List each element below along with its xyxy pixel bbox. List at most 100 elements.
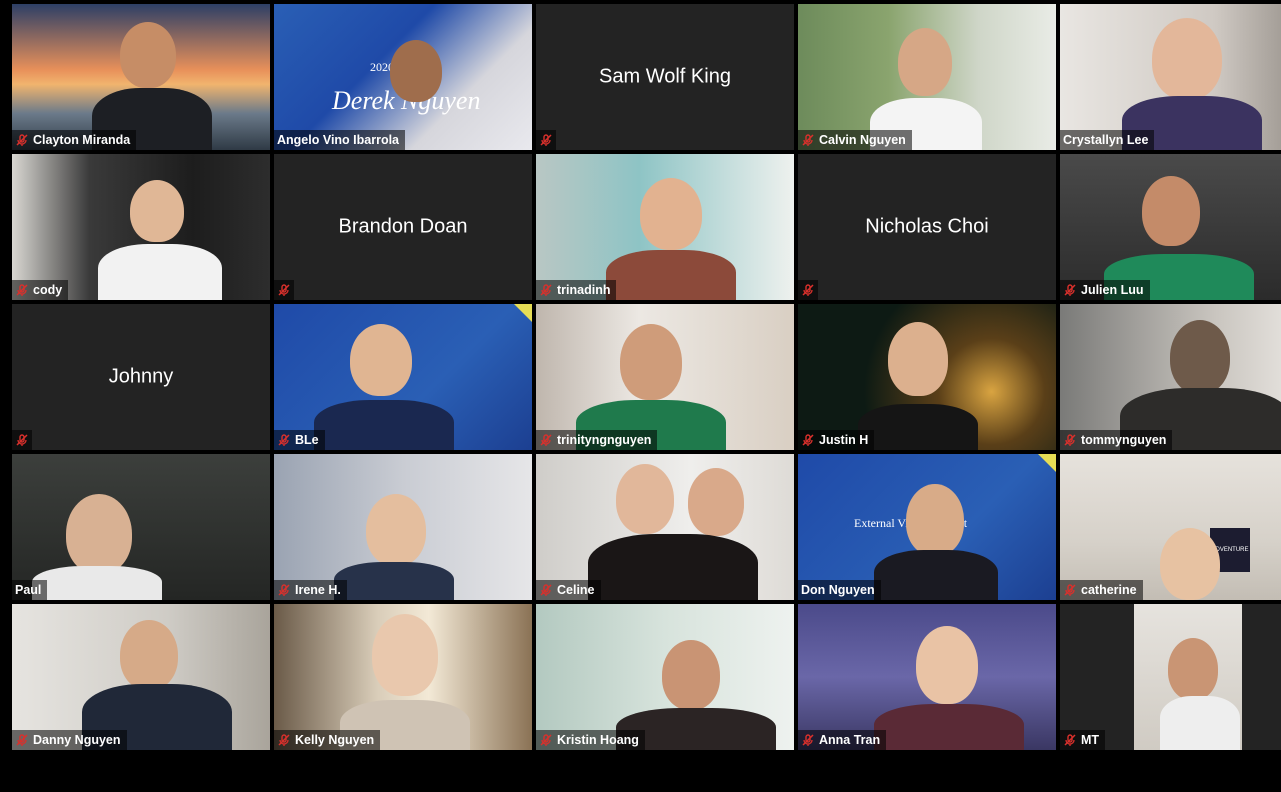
- participant-tile[interactable]: Crystallyn Lee: [1060, 4, 1281, 150]
- participant-tile[interactable]: ADVENTURE catherine: [1060, 454, 1281, 600]
- participant-tile[interactable]: Calvin Nguyen: [798, 4, 1056, 150]
- gallery-grid: Clayton Miranda 2020-2021 Derek Nguyen A…: [12, 4, 1281, 750]
- participant-tile[interactable]: Kristin Hoang: [536, 604, 794, 750]
- participant-tile[interactable]: Kelly Nguyen: [274, 604, 532, 750]
- participant-face: [1168, 638, 1218, 700]
- muted-mic-icon: [540, 434, 552, 446]
- participant-tile[interactable]: Anna Tran: [798, 604, 1056, 750]
- participant-name: Crystallyn Lee: [1063, 133, 1149, 147]
- participant-body: [32, 566, 162, 600]
- participant-face: [662, 640, 720, 710]
- nameplate: Angelo Vino Ibarrola: [274, 130, 406, 150]
- participant-body: [874, 704, 1024, 750]
- participant-tile[interactable]: External Vice President Don Nguyen: [798, 454, 1056, 600]
- nameplate: Celine: [536, 580, 601, 600]
- nameplate: trinadinh: [536, 280, 617, 300]
- participant-face: [1160, 528, 1220, 600]
- participant-face: [898, 28, 952, 96]
- participant-name: trinadinh: [557, 283, 611, 297]
- participant-face: [906, 484, 964, 556]
- participant-name: Angelo Vino Ibarrola: [277, 133, 400, 147]
- participant-face: [916, 626, 978, 704]
- participant-name: Irene H.: [295, 583, 341, 597]
- nameplate: Irene H.: [274, 580, 347, 600]
- participant-face: [688, 468, 744, 536]
- nameplate: [12, 430, 32, 450]
- participant-face: [66, 494, 132, 574]
- nameplate: trinityngnguyen: [536, 430, 658, 450]
- muted-mic-icon: [1064, 734, 1076, 746]
- participant-name: Julien Luu: [1081, 283, 1144, 297]
- participant-tile[interactable]: Paul: [12, 454, 270, 600]
- nameplate: Justin H: [798, 430, 875, 450]
- participant-tile[interactable]: BLe: [274, 304, 532, 450]
- participant-face: [372, 614, 438, 696]
- nameplate: BLe: [274, 430, 325, 450]
- participant-name: cody: [33, 283, 63, 297]
- nameplate: Danny Nguyen: [12, 730, 127, 750]
- participant-tile[interactable]: Julien Luu: [1060, 154, 1281, 300]
- muted-mic-icon: [540, 134, 552, 146]
- muted-mic-icon: [278, 584, 290, 596]
- nameplate: Kristin Hoang: [536, 730, 645, 750]
- muted-mic-icon: [16, 434, 28, 446]
- muted-mic-icon: [540, 284, 552, 296]
- participant-name: Justin H: [819, 433, 869, 447]
- participant-display-name: Nicholas Choi: [865, 215, 989, 238]
- participant-display-name: Sam Wolf King: [599, 65, 731, 88]
- participant-body: [858, 404, 978, 450]
- nameplate: MT: [1060, 730, 1106, 750]
- muted-mic-icon: [278, 284, 290, 296]
- participant-name: trinityngnguyen: [557, 433, 652, 447]
- muted-mic-icon: [802, 434, 814, 446]
- participant-face: [366, 494, 426, 566]
- participant-body: [314, 400, 454, 450]
- nameplate: Calvin Nguyen: [798, 130, 912, 150]
- participant-display-name: Johnny: [108, 365, 174, 388]
- participant-tile[interactable]: Celine: [536, 454, 794, 600]
- active-speaker-flag: [1038, 454, 1056, 472]
- nameplate: Clayton Miranda: [12, 130, 137, 150]
- participant-tile[interactable]: MT: [1060, 604, 1281, 750]
- participant-tile-video-off[interactable]: Sam Wolf King: [536, 4, 794, 150]
- nameplate: [536, 130, 556, 150]
- participant-face: [888, 322, 948, 396]
- participant-face: [350, 324, 412, 396]
- muted-mic-icon: [540, 584, 552, 596]
- participant-display-name: Brandon Doan: [338, 215, 468, 238]
- participant-face: [120, 22, 176, 88]
- nameplate: catherine: [1060, 580, 1143, 600]
- participant-tile[interactable]: tommynguyen: [1060, 304, 1281, 450]
- participant-tile[interactable]: Danny Nguyen: [12, 604, 270, 750]
- participant-tile[interactable]: cody: [12, 154, 270, 300]
- participant-name: Anna Tran: [819, 733, 881, 747]
- participant-tile-video-off[interactable]: Brandon Doan: [274, 154, 532, 300]
- nameplate: Anna Tran: [798, 730, 887, 750]
- nameplate: Paul: [12, 580, 48, 600]
- participant-name: Clayton Miranda: [33, 133, 131, 147]
- participant-body: [606, 250, 736, 300]
- nameplate: Kelly Nguyen: [274, 730, 381, 750]
- participant-face: [616, 464, 674, 534]
- nameplate: cody: [12, 280, 69, 300]
- participant-tile[interactable]: trinadinh: [536, 154, 794, 300]
- participant-tile[interactable]: Clayton Miranda: [12, 4, 270, 150]
- muted-mic-icon: [278, 434, 290, 446]
- participant-tile-video-off[interactable]: Johnny: [12, 304, 270, 450]
- participant-name: Celine: [557, 583, 595, 597]
- active-speaker-flag: [514, 304, 532, 322]
- muted-mic-icon: [1064, 434, 1076, 446]
- muted-mic-icon: [540, 734, 552, 746]
- participant-face: [1152, 18, 1222, 100]
- participant-face: [640, 178, 702, 250]
- participant-tile[interactable]: Justin H: [798, 304, 1056, 450]
- participant-tile[interactable]: trinityngnguyen: [536, 304, 794, 450]
- participant-tile-video-off[interactable]: Nicholas Choi: [798, 154, 1056, 300]
- participant-name: Paul: [15, 583, 42, 597]
- muted-mic-icon: [802, 284, 814, 296]
- participant-tile[interactable]: Irene H.: [274, 454, 532, 600]
- participant-tile-active-speaker[interactable]: 2020-2021 Derek Nguyen Angelo Vino Ibarr…: [274, 4, 532, 150]
- participant-face: [620, 324, 682, 400]
- participant-name: BLe: [295, 433, 319, 447]
- muted-mic-icon: [802, 734, 814, 746]
